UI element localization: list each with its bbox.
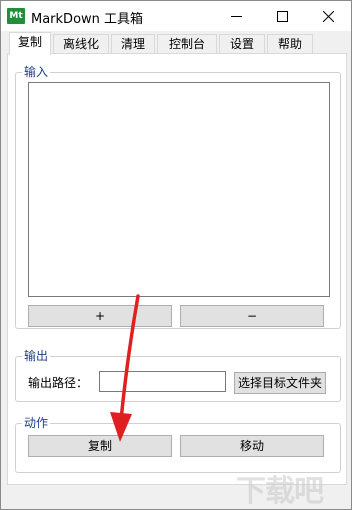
output-path-input[interactable]	[99, 371, 226, 392]
copy-button[interactable]: 复制	[28, 435, 172, 457]
add-button[interactable]: +	[28, 305, 172, 327]
maximize-button[interactable]	[259, 1, 305, 31]
input-file-list[interactable]	[28, 82, 330, 297]
window-title: MarkDown 工具箱	[31, 12, 144, 27]
watermark-logo: 下载吧	[232, 454, 344, 509]
title-bar[interactable]: Mt MarkDown 工具箱	[1, 1, 351, 31]
tab-settings[interactable]: 设置	[219, 34, 265, 54]
tab-copy[interactable]: 复制	[9, 32, 51, 55]
minimize-button[interactable]	[213, 1, 259, 31]
input-group-label: 输入	[22, 64, 51, 80]
maximize-icon	[276, 10, 288, 22]
choose-folder-button[interactable]: 选择目标文件夹	[234, 372, 326, 394]
tab-strip: 复制 离线化 清理 控制台 设置 帮助	[3, 32, 349, 55]
output-path-label: 输出路径：	[28, 376, 89, 390]
minimize-icon	[230, 15, 242, 17]
tab-help[interactable]: 帮助	[267, 34, 313, 54]
close-icon	[322, 10, 334, 22]
close-button[interactable]	[305, 1, 351, 31]
action-group-label: 动作	[22, 415, 51, 431]
app-logo-icon: Mt	[7, 8, 25, 24]
watermark-text: 下载吧	[236, 474, 324, 509]
output-group-label: 输出	[22, 348, 51, 364]
copy-tab-page: 输入 输出 动作 + − 输出路径： 选择目标文件夹 复制 移动	[7, 53, 347, 485]
tab-offline[interactable]: 离线化	[53, 34, 109, 54]
app-window: Mt MarkDown 工具箱 复制 离线化 清理 控制台 设置 帮助 输入 输…	[0, 0, 352, 510]
tab-console[interactable]: 控制台	[157, 34, 217, 54]
tab-clean[interactable]: 清理	[111, 34, 155, 54]
remove-button[interactable]: −	[180, 305, 324, 327]
